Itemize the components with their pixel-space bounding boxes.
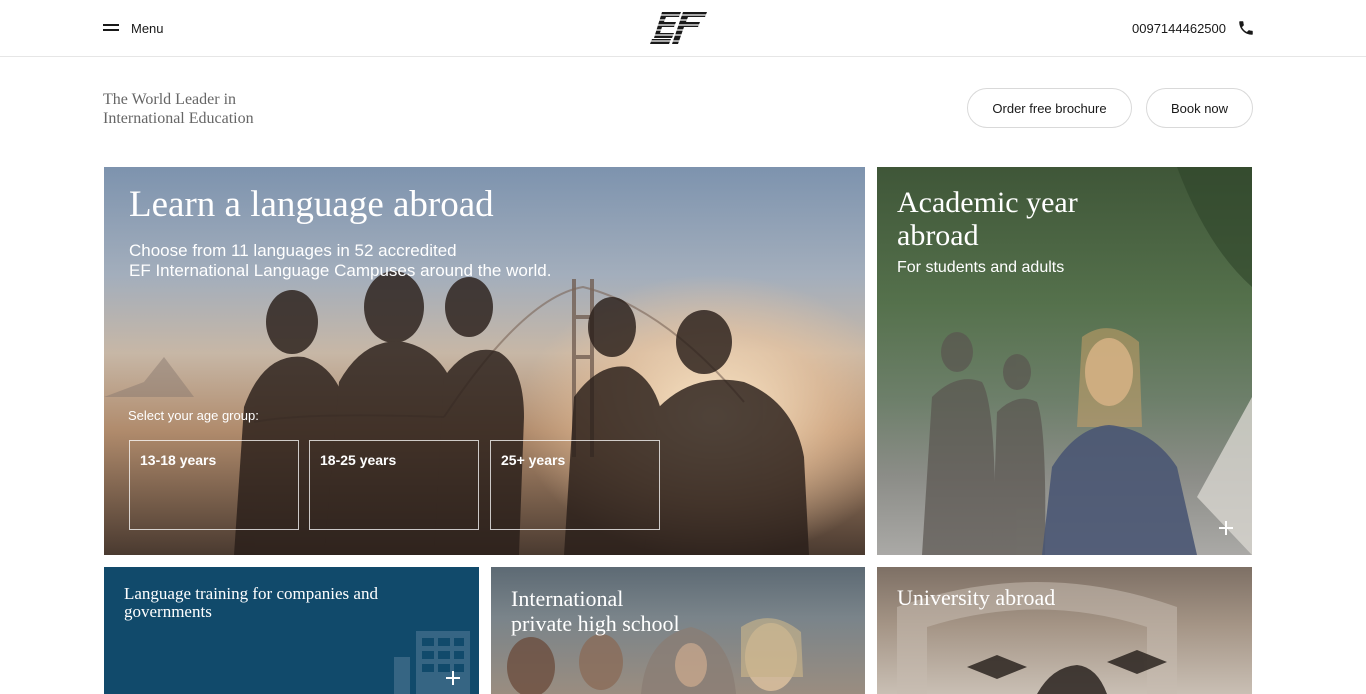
language-abroad-card[interactable]: Learn a language abroad Choose from 11 l… (104, 167, 865, 555)
tagline-line-1: The World Leader in (103, 91, 237, 108)
age-group-18-25-label: 18-25 years (320, 452, 397, 468)
language-subtitle-line-2: EF International Language Campuses aroun… (129, 261, 552, 280)
site-header: Menu 0097144462500 (0, 0, 1366, 57)
academic-title-line-1: Academic year (897, 186, 1078, 219)
menu-label: Menu (131, 20, 164, 36)
corporate-training-card[interactable]: Language training for companies and gove… (104, 567, 479, 694)
age-group-25-plus-label: 25+ years (501, 452, 566, 468)
age-group-label: Select your age group: (128, 408, 259, 423)
age-group-13-18-button[interactable]: 13-18 years (129, 440, 299, 530)
book-now-button[interactable]: Book now (1146, 88, 1253, 128)
academic-title-line-2: abroad (897, 219, 979, 252)
phone-icon (1239, 21, 1253, 35)
school-card-title: International private high school (511, 586, 680, 636)
tagline-line-2: International Education (103, 110, 254, 127)
corporate-expand-plus-icon[interactable] (446, 671, 460, 685)
age-group-13-18-label: 13-18 years (140, 452, 217, 468)
language-subtitle-line-1: Choose from 11 languages in 52 accredite… (129, 241, 457, 260)
university-card[interactable]: University abroad (877, 567, 1252, 694)
phone-number: 0097144462500 (1132, 20, 1226, 36)
age-group-18-25-button[interactable]: 18-25 years (309, 440, 479, 530)
age-group-25-plus-button[interactable]: 25+ years (490, 440, 660, 530)
order-brochure-button[interactable]: Order free brochure (967, 88, 1132, 128)
high-school-card[interactable]: International private high school (491, 567, 865, 694)
menu-button[interactable]: Menu (103, 18, 164, 38)
school-title-line-1: International (511, 586, 624, 611)
academic-expand-plus-icon[interactable] (1219, 521, 1233, 535)
hamburger-icon (103, 23, 119, 33)
school-title-line-2: private high school (511, 611, 680, 636)
language-card-subtitle: Choose from 11 languages in 52 accredite… (129, 241, 551, 281)
academic-year-card[interactable]: Academic year abroad For students and ad… (877, 167, 1252, 555)
academic-card-title: Academic year abroad (897, 186, 1078, 252)
ef-logo[interactable] (650, 11, 708, 45)
phone-link[interactable]: 0097144462500 (1132, 16, 1255, 40)
language-card-title: Learn a language abroad (129, 184, 494, 225)
tagline: The World Leader in International Educat… (103, 90, 303, 128)
corporate-card-title: Language training for companies and gove… (124, 584, 378, 621)
university-card-title: University abroad (897, 585, 1056, 610)
academic-card-subtitle: For students and adults (897, 259, 1065, 276)
